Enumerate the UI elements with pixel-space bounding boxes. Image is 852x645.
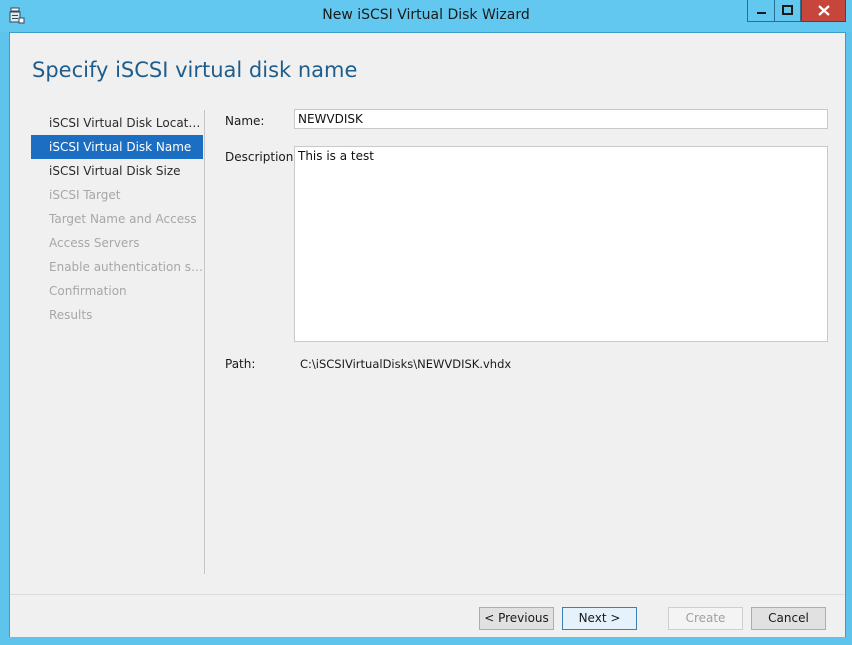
window-title: New iSCSI Virtual Disk Wizard xyxy=(322,7,530,23)
step-iscsi-target: iSCSI Target xyxy=(49,188,121,202)
maximize-button[interactable] xyxy=(775,0,801,22)
close-button[interactable] xyxy=(801,0,846,22)
wizard-window: Specify iSCSI virtual disk name iSCSI Vi… xyxy=(9,32,846,637)
create-button: Create xyxy=(668,607,743,630)
nav-divider xyxy=(204,110,205,574)
description-textarea[interactable]: This is a test xyxy=(294,146,828,342)
title-bar: New iSCSI Virtual Disk Wizard xyxy=(0,0,852,32)
maximize-icon xyxy=(782,5,793,15)
minimize-button[interactable] xyxy=(747,0,775,22)
path-label: Path: xyxy=(225,357,256,371)
step-disk-size[interactable]: iSCSI Virtual Disk Size xyxy=(31,159,203,183)
close-icon xyxy=(818,5,830,16)
cancel-button[interactable]: Cancel xyxy=(751,607,826,630)
name-label: Name: xyxy=(225,114,265,128)
next-button[interactable]: Next > xyxy=(562,607,637,630)
step-results: Results xyxy=(49,308,93,322)
path-value: C:\iSCSIVirtualDisks\NEWVDISK.vhdx xyxy=(300,357,512,371)
step-disk-location[interactable]: iSCSI Virtual Disk Location xyxy=(31,111,203,135)
step-confirmation: Confirmation xyxy=(49,284,127,298)
step-disk-name[interactable]: iSCSI Virtual Disk Name xyxy=(31,135,203,159)
previous-button[interactable]: < Previous xyxy=(479,607,554,630)
button-bar: < Previous Next > Create Cancel xyxy=(10,594,845,637)
step-enable-authentication: Enable authentication ser... xyxy=(49,260,203,274)
wizard-steps-nav: iSCSI Virtual Disk Location iSCSI Virtua… xyxy=(31,111,203,327)
page-title: Specify iSCSI virtual disk name xyxy=(32,58,358,82)
step-target-name-access: Target Name and Access xyxy=(49,212,197,226)
description-label: Description: xyxy=(225,150,298,164)
step-access-servers: Access Servers xyxy=(49,236,140,250)
minimize-icon xyxy=(757,12,766,14)
name-input[interactable] xyxy=(294,109,828,129)
